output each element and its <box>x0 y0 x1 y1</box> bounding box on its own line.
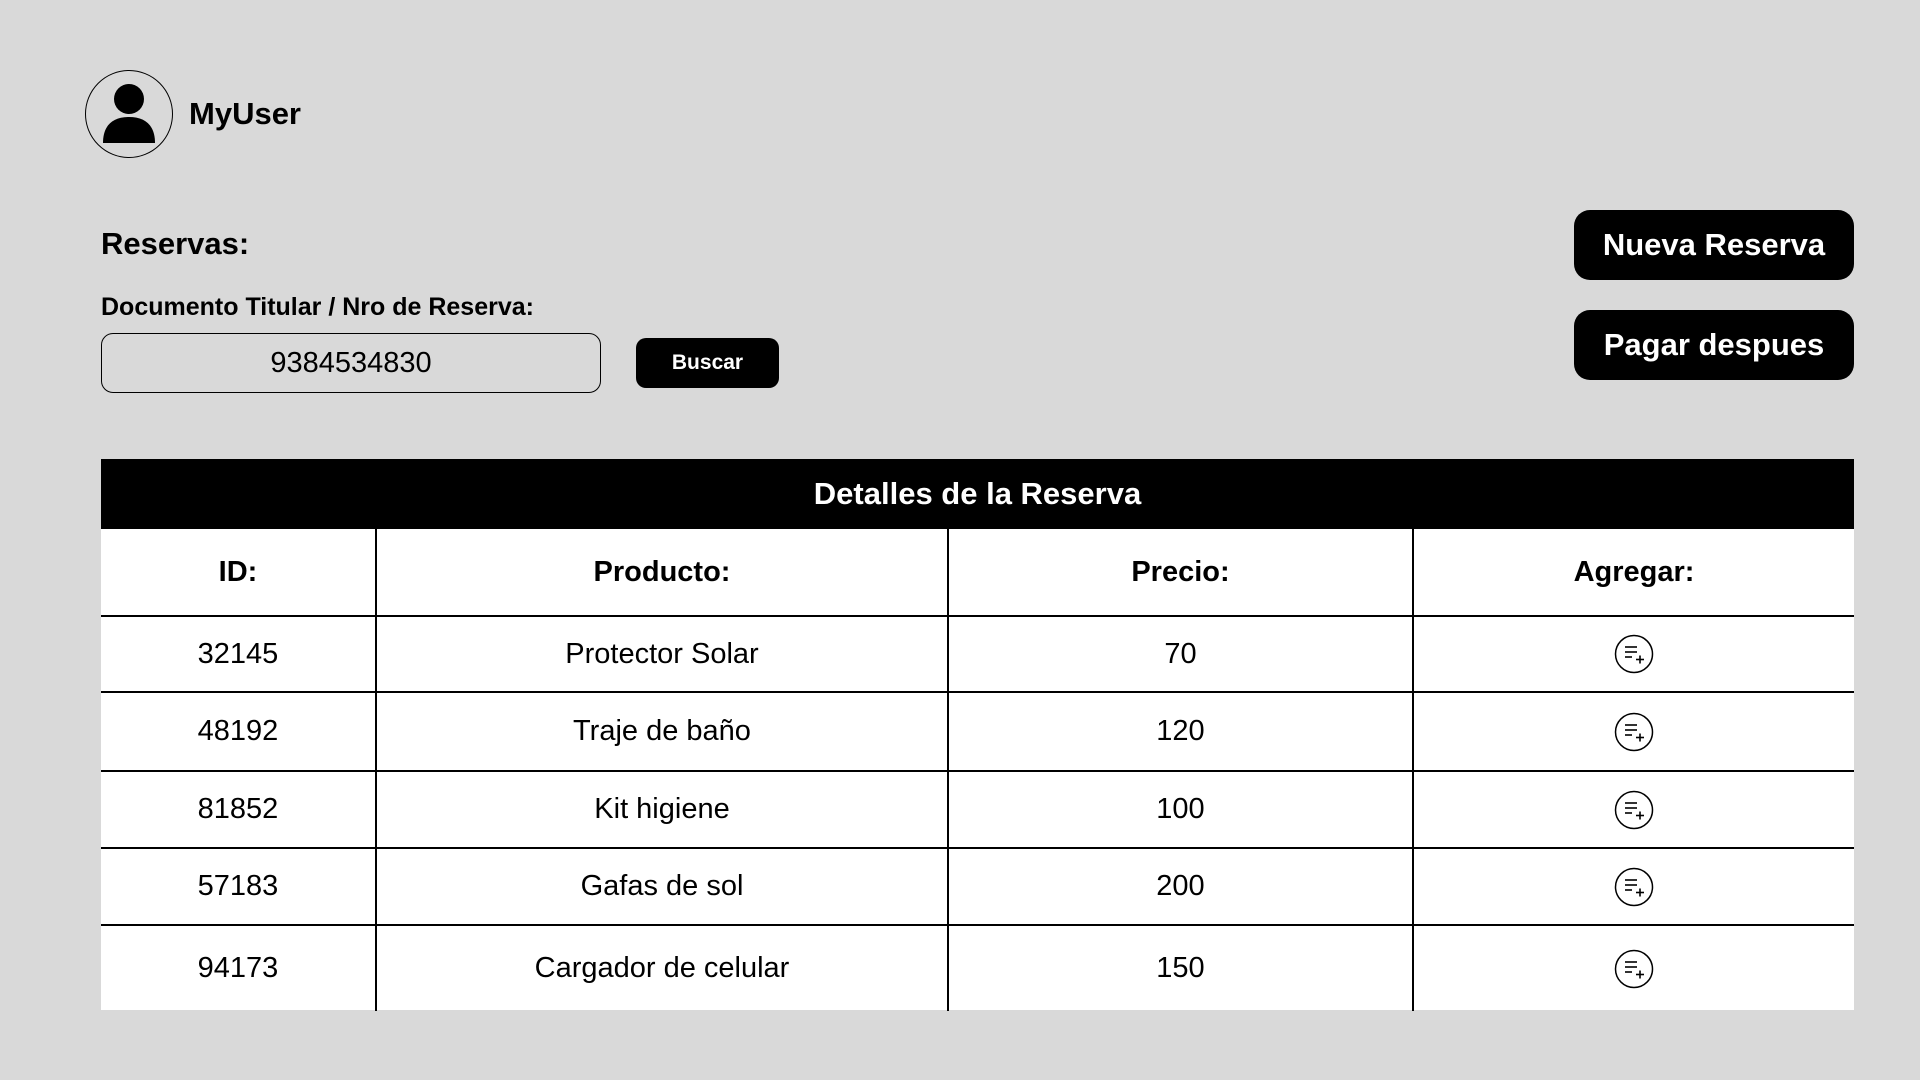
cell-product: Cargador de celular <box>375 925 948 1011</box>
pay-later-button[interactable]: Pagar despues <box>1574 310 1854 380</box>
table-row: 81852 Kit higiene 100 <box>101 771 1854 849</box>
cell-id: 94173 <box>197 952 279 984</box>
table-title: Detalles de la Reserva <box>101 459 1854 529</box>
cell-id: 81852 <box>101 771 376 849</box>
playlist-add-icon[interactable] <box>1614 867 1654 907</box>
cell-add <box>1412 771 1854 849</box>
search-label: Documento Titular / Nro de Reserva: <box>101 293 534 321</box>
header-add: Agregar: <box>1412 529 1854 617</box>
details-table: ID: Producto: Precio: Agregar: 32145 Prot… <box>101 529 1854 1011</box>
playlist-add-icon[interactable] <box>1614 949 1654 989</box>
cell-product: Traje de baño <box>375 692 948 772</box>
table-row: 57183 Gafas de sol 200 <box>101 848 1854 926</box>
table-header-row: ID: Producto: Precio: Agregar: <box>101 529 1854 617</box>
table-row: 48192 Traje de baño 120 <box>101 692 1854 772</box>
reservations-title: Reservas: <box>101 226 250 261</box>
cell-id: 57183 <box>101 848 376 926</box>
cell-price: 200 <box>947 848 1413 926</box>
cell-product: Kit higiene <box>375 771 948 849</box>
header-id: ID: <box>101 529 376 617</box>
playlist-add-icon[interactable] <box>1614 712 1654 752</box>
cell-add <box>1412 925 1854 1011</box>
search-input[interactable] <box>101 333 601 393</box>
user-icon[interactable] <box>85 70 173 158</box>
cell-add <box>1412 692 1854 772</box>
cell-add <box>1412 616 1854 693</box>
table-body: 32145 Protector Solar 70 48192 Traje de baño… <box>101 616 1854 1011</box>
cell-price: 120 <box>947 692 1413 772</box>
playlist-add-icon[interactable] <box>1614 634 1654 674</box>
search-button[interactable]: Buscar <box>636 338 779 388</box>
header-price: Precio: <box>947 529 1413 617</box>
cell-add <box>1412 848 1854 926</box>
user-profile[interactable]: MyUser <box>85 70 301 158</box>
header-product: Producto: <box>375 529 948 617</box>
cell-id: 48192 <box>101 692 376 772</box>
cell-price: 70 <box>947 616 1413 693</box>
cell-product: Protector Solar <box>375 616 948 693</box>
table-row: 94173 Cargador de celular 150 <box>101 925 1854 1011</box>
table-row: 32145 Protector Solar 70 <box>101 616 1854 693</box>
cell-price: 150 <box>947 925 1413 1011</box>
cell-product: Gafas de sol <box>375 848 948 926</box>
new-reservation-button[interactable]: Nueva Reserva <box>1574 210 1854 280</box>
cell-id: 32145 <box>101 616 376 693</box>
playlist-add-icon[interactable] <box>1614 790 1654 830</box>
reservation-details-table: Detalles de la Reserva ID: Producto: Pre… <box>101 459 1854 1011</box>
cell-price: 100 <box>947 771 1413 849</box>
username: MyUser <box>189 96 301 131</box>
